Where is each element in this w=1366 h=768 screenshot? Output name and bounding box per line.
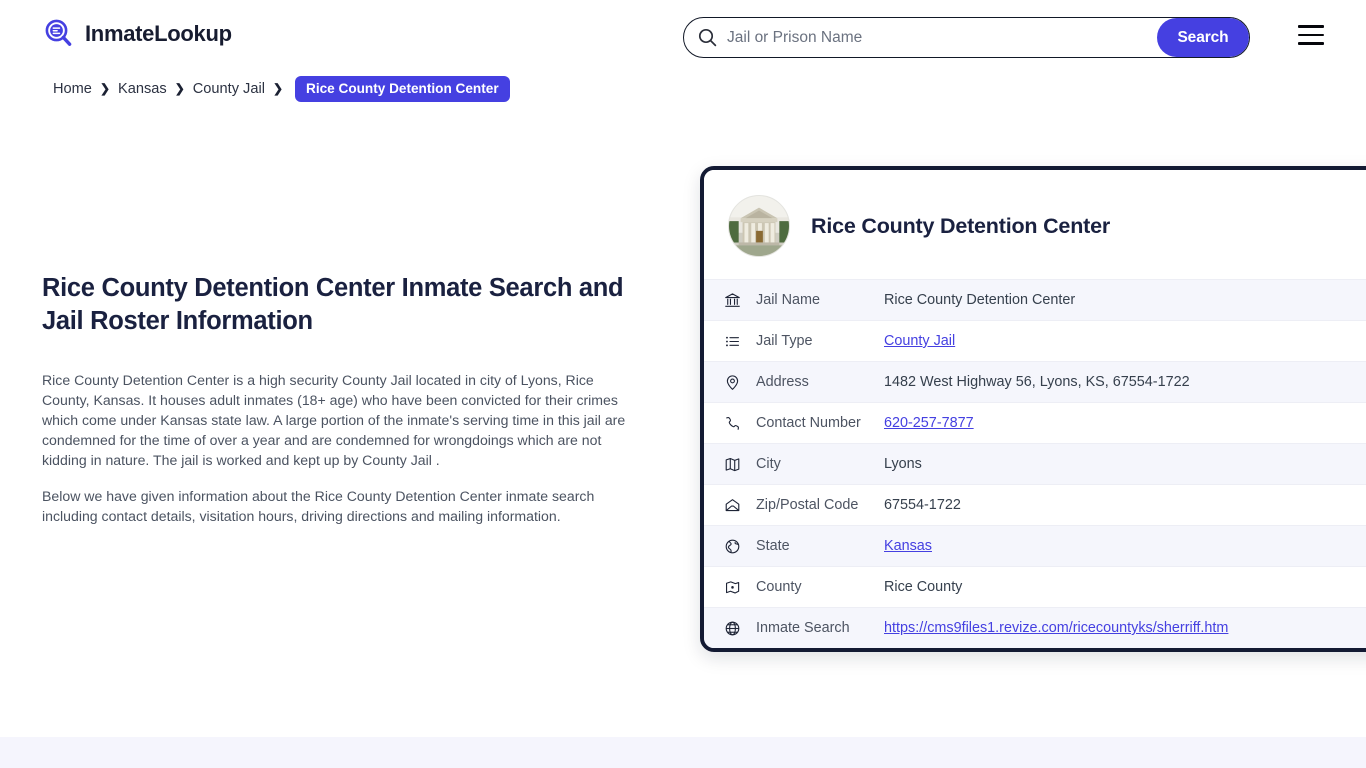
row-value: Rice County Detention Center bbox=[884, 292, 1075, 308]
table-row: County Rice County bbox=[704, 566, 1366, 607]
row-value: 67554-1722 bbox=[884, 497, 961, 513]
map-pin-icon bbox=[721, 372, 743, 392]
table-row: Inmate Search https://cms9files1.revize.… bbox=[704, 607, 1366, 648]
search-input[interactable] bbox=[717, 18, 1157, 57]
row-label: Jail Name bbox=[756, 292, 884, 308]
hamburger-bar bbox=[1298, 25, 1324, 28]
site-header: InmateLookup Search bbox=[0, 0, 1366, 74]
row-value: Lyons bbox=[884, 456, 922, 472]
page-bottom-band bbox=[0, 737, 1366, 768]
table-row: Contact Number 620-257-7877 bbox=[704, 402, 1366, 443]
row-value-link[interactable]: County Jail bbox=[884, 333, 955, 349]
table-row: Address 1482 West Highway 56, Lyons, KS,… bbox=[704, 361, 1366, 402]
globe-americas-icon bbox=[721, 536, 743, 556]
jail-info-card: Rice County Detention Center Jail Name R… bbox=[700, 166, 1366, 652]
jail-info-card-title: Rice County Detention Center bbox=[811, 214, 1110, 239]
row-value-link[interactable]: 620-257-7877 bbox=[884, 415, 974, 431]
row-label: State bbox=[756, 538, 884, 554]
hamburger-menu-icon[interactable] bbox=[1298, 24, 1328, 46]
breadcrumb-item-kansas[interactable]: Kansas bbox=[118, 81, 167, 97]
row-label: City bbox=[756, 456, 884, 472]
envelope-icon bbox=[721, 495, 743, 515]
table-row: Jail Name Rice County Detention Center bbox=[704, 279, 1366, 320]
row-label: Zip/Postal Code bbox=[756, 497, 884, 513]
row-value: Rice County bbox=[884, 579, 962, 595]
courthouse-photo bbox=[728, 195, 790, 257]
jail-info-table: Jail Name Rice County Detention Center J… bbox=[704, 279, 1366, 648]
site-logo[interactable]: InmateLookup bbox=[42, 17, 232, 51]
table-row: Zip/Postal Code 67554-1722 bbox=[704, 484, 1366, 525]
breadcrumb-item-current: Rice County Detention Center bbox=[295, 76, 510, 102]
table-row: City Lyons bbox=[704, 443, 1366, 484]
page-title: Rice County Detention Center Inmate Sear… bbox=[42, 272, 642, 338]
breadcrumb: Home ❯ Kansas ❯ County Jail ❯ Rice Count… bbox=[53, 76, 510, 102]
row-label: Inmate Search bbox=[756, 620, 884, 636]
phone-icon bbox=[721, 413, 743, 433]
intro-paragraph: Rice County Detention Center is a high s… bbox=[42, 370, 632, 470]
secondary-paragraph: Below we have given information about th… bbox=[42, 486, 632, 526]
jail-info-card-header: Rice County Detention Center bbox=[704, 170, 1366, 279]
row-label: County bbox=[756, 579, 884, 595]
table-row: Jail Type County Jail bbox=[704, 320, 1366, 361]
bank-icon bbox=[721, 290, 743, 310]
breadcrumb-item-home[interactable]: Home bbox=[53, 81, 92, 97]
row-value: 1482 West Highway 56, Lyons, KS, 67554-1… bbox=[884, 374, 1190, 390]
site-logo-text: InmateLookup bbox=[85, 23, 232, 45]
search-icon bbox=[698, 28, 717, 47]
search-bar: Search bbox=[683, 17, 1250, 58]
chevron-right-icon: ❯ bbox=[175, 82, 185, 96]
page-root: InmateLookup Search Home ❯ Kansas ❯ Coun… bbox=[0, 0, 1366, 768]
table-row: State Kansas bbox=[704, 525, 1366, 566]
map-icon bbox=[721, 454, 743, 474]
row-label: Address bbox=[756, 374, 884, 390]
breadcrumb-item-county-jail[interactable]: County Jail bbox=[193, 81, 265, 97]
chevron-right-icon: ❯ bbox=[273, 82, 283, 96]
search-button[interactable]: Search bbox=[1157, 18, 1249, 57]
chevron-right-icon: ❯ bbox=[100, 82, 110, 96]
row-value-link[interactable]: Kansas bbox=[884, 538, 932, 554]
row-label: Jail Type bbox=[756, 333, 884, 349]
search-document-icon bbox=[42, 17, 76, 51]
row-label: Contact Number bbox=[756, 415, 884, 431]
list-icon bbox=[721, 331, 743, 351]
globe-icon bbox=[721, 618, 743, 638]
hamburger-bar bbox=[1298, 42, 1324, 45]
article-column: Rice County Detention Center Inmate Sear… bbox=[42, 272, 642, 526]
row-value-link[interactable]: https://cms9files1.revize.com/ricecounty… bbox=[884, 620, 1228, 636]
hamburger-bar bbox=[1298, 34, 1324, 37]
county-map-icon bbox=[721, 577, 743, 597]
